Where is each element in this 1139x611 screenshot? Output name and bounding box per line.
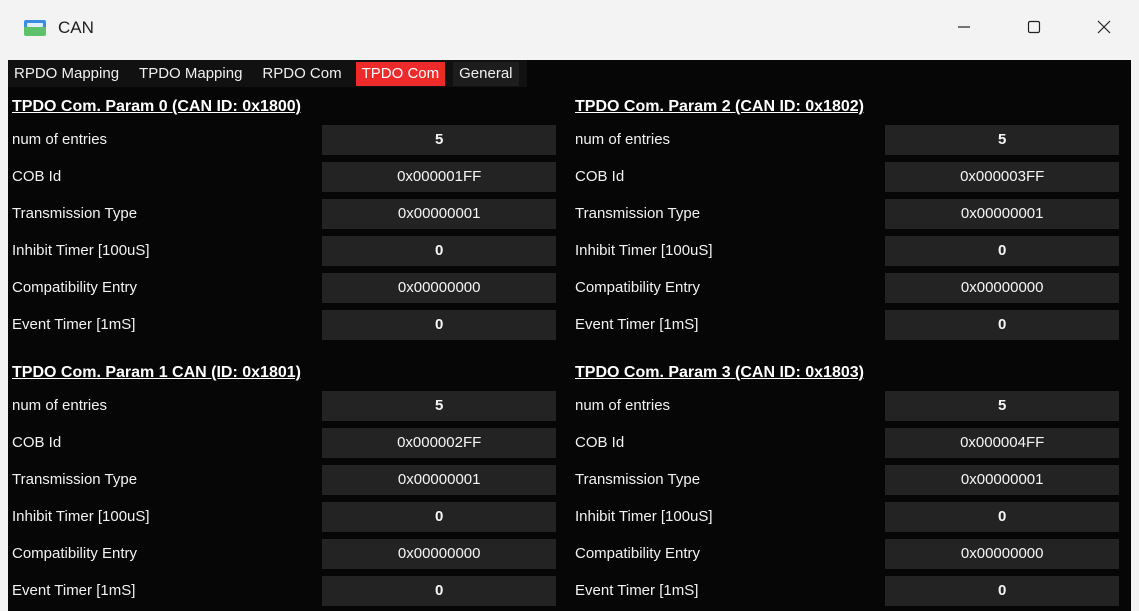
row-transmission-type: Transmission Type 0x00000001 xyxy=(571,195,1119,232)
tab-rpdo-mapping[interactable]: RPDO Mapping xyxy=(8,62,125,86)
event-timer-field[interactable]: 0 xyxy=(322,575,556,606)
row-compatibility-entry: Compatibility Entry 0x00000000 xyxy=(571,269,1119,306)
compatibility-entry-field[interactable]: 0x00000000 xyxy=(885,272,1119,303)
cob-id-field[interactable]: 0x000001FF xyxy=(322,161,556,192)
tpdo-param-0-group: TPDO Com. Param 0 (CAN ID: 0x1800) num o… xyxy=(8,93,556,343)
inhibit-timer-field[interactable]: 0 xyxy=(322,235,556,266)
row-compatibility-entry: Compatibility Entry 0x00000000 xyxy=(8,535,556,572)
field-label: Compatibility Entry xyxy=(12,279,138,296)
field-label: num of entries xyxy=(575,131,671,148)
field-label: Inhibit Timer [100uS] xyxy=(575,242,713,259)
field-label: Inhibit Timer [100uS] xyxy=(575,508,713,525)
field-label: COB Id xyxy=(575,168,625,185)
field-label: Transmission Type xyxy=(12,205,138,222)
field-label: Event Timer [1mS] xyxy=(575,582,699,599)
compatibility-entry-field[interactable]: 0x00000000 xyxy=(885,538,1119,569)
tab-general[interactable]: General xyxy=(453,61,519,86)
field-label: COB Id xyxy=(575,434,625,451)
tab-tpdo-com[interactable]: TPDO Com xyxy=(355,61,446,86)
row-num-entries: num of entries 5 xyxy=(8,387,556,424)
row-event-timer: Event Timer [1mS] 0 xyxy=(571,572,1119,609)
inhibit-timer-field[interactable]: 0 xyxy=(322,501,556,532)
row-event-timer: Event Timer [1mS] 0 xyxy=(8,572,556,609)
row-compatibility-entry: Compatibility Entry 0x00000000 xyxy=(8,269,556,306)
tab-tpdo-mapping[interactable]: TPDO Mapping xyxy=(133,62,248,86)
tab-rpdo-com[interactable]: RPDO Com xyxy=(256,62,347,86)
transmission-type-field[interactable]: 0x00000001 xyxy=(885,198,1119,229)
row-cob-id: COB Id 0x000001FF xyxy=(8,158,556,195)
row-compatibility-entry: Compatibility Entry 0x00000000 xyxy=(571,535,1119,572)
num-entries-field[interactable]: 5 xyxy=(885,390,1119,421)
cob-id-field[interactable]: 0x000004FF xyxy=(885,427,1119,458)
event-timer-field[interactable]: 0 xyxy=(885,309,1119,340)
app-icon xyxy=(24,20,46,36)
tpdo-param-3-group: TPDO Com. Param 3 (CAN ID: 0x1803) num o… xyxy=(571,359,1119,609)
event-timer-field[interactable]: 0 xyxy=(885,575,1119,606)
field-label: Inhibit Timer [100uS] xyxy=(12,508,150,525)
field-label: Compatibility Entry xyxy=(575,545,701,562)
field-label: COB Id xyxy=(12,168,62,185)
compatibility-entry-field[interactable]: 0x00000000 xyxy=(322,538,556,569)
row-cob-id: COB Id 0x000002FF xyxy=(8,424,556,461)
close-icon xyxy=(1097,20,1111,34)
compatibility-entry-field[interactable]: 0x00000000 xyxy=(322,272,556,303)
tpdo-param-2-group: TPDO Com. Param 2 (CAN ID: 0x1802) num o… xyxy=(571,93,1119,343)
row-inhibit-timer: Inhibit Timer [100uS] 0 xyxy=(571,232,1119,269)
row-num-entries: num of entries 5 xyxy=(8,121,556,158)
row-cob-id: COB Id 0x000003FF xyxy=(571,158,1119,195)
row-transmission-type: Transmission Type 0x00000001 xyxy=(8,195,556,232)
event-timer-field[interactable]: 0 xyxy=(322,309,556,340)
can-window: CAN RPDO Mapping TPDO Mapping RPDO Com T… xyxy=(0,0,1139,611)
row-event-timer: Event Timer [1mS] 0 xyxy=(571,306,1119,343)
row-num-entries: num of entries 5 xyxy=(571,387,1119,424)
row-inhibit-timer: Inhibit Timer [100uS] 0 xyxy=(571,498,1119,535)
field-label: Event Timer [1mS] xyxy=(12,316,136,333)
num-entries-field[interactable]: 5 xyxy=(322,390,556,421)
inhibit-timer-field[interactable]: 0 xyxy=(885,501,1119,532)
field-label: Transmission Type xyxy=(575,471,701,488)
row-cob-id: COB Id 0x000004FF xyxy=(571,424,1119,461)
group-title: TPDO Com. Param 3 (CAN ID: 0x1803) xyxy=(575,364,864,381)
tpdo-param-1-group: TPDO Com. Param 1 CAN (ID: 0x1801) num o… xyxy=(8,359,556,609)
field-label: Inhibit Timer [100uS] xyxy=(12,242,150,259)
inhibit-timer-field[interactable]: 0 xyxy=(885,235,1119,266)
field-label: num of entries xyxy=(575,397,671,414)
group-title: TPDO Com. Param 1 CAN (ID: 0x1801) xyxy=(12,364,301,381)
num-entries-field[interactable]: 5 xyxy=(885,124,1119,155)
field-label: Event Timer [1mS] xyxy=(12,582,136,599)
client-area: RPDO Mapping TPDO Mapping RPDO Com TPDO … xyxy=(8,60,1131,611)
minimize-button[interactable] xyxy=(929,0,999,60)
maximize-button[interactable] xyxy=(999,0,1069,60)
group-title: TPDO Com. Param 2 (CAN ID: 0x1802) xyxy=(575,98,864,115)
field-label: Event Timer [1mS] xyxy=(575,316,699,333)
transmission-type-field[interactable]: 0x00000001 xyxy=(322,198,556,229)
row-transmission-type: Transmission Type 0x00000001 xyxy=(571,461,1119,498)
window-controls xyxy=(929,0,1139,60)
row-event-timer: Event Timer [1mS] 0 xyxy=(8,306,556,343)
row-transmission-type: Transmission Type 0x00000001 xyxy=(8,461,556,498)
field-label: Compatibility Entry xyxy=(575,279,701,296)
tab-bar: RPDO Mapping TPDO Mapping RPDO Com TPDO … xyxy=(8,60,527,87)
field-label: COB Id xyxy=(12,434,62,451)
field-label: Transmission Type xyxy=(12,471,138,488)
group-title: TPDO Com. Param 0 (CAN ID: 0x1800) xyxy=(12,98,301,115)
field-label: Compatibility Entry xyxy=(12,545,138,562)
close-button[interactable] xyxy=(1069,0,1139,60)
minimize-icon xyxy=(958,26,970,28)
cob-id-field[interactable]: 0x000002FF xyxy=(322,427,556,458)
field-label: Transmission Type xyxy=(575,205,701,222)
title-bar[interactable]: CAN xyxy=(0,0,1139,60)
maximize-icon xyxy=(1027,20,1041,34)
transmission-type-field[interactable]: 0x00000001 xyxy=(885,464,1119,495)
field-label: num of entries xyxy=(12,397,108,414)
row-num-entries: num of entries 5 xyxy=(571,121,1119,158)
transmission-type-field[interactable]: 0x00000001 xyxy=(322,464,556,495)
window-title: CAN xyxy=(58,18,94,37)
cob-id-field[interactable]: 0x000003FF xyxy=(885,161,1119,192)
num-entries-field[interactable]: 5 xyxy=(322,124,556,155)
field-label: num of entries xyxy=(12,131,108,148)
row-inhibit-timer: Inhibit Timer [100uS] 0 xyxy=(8,498,556,535)
row-inhibit-timer: Inhibit Timer [100uS] 0 xyxy=(8,232,556,269)
